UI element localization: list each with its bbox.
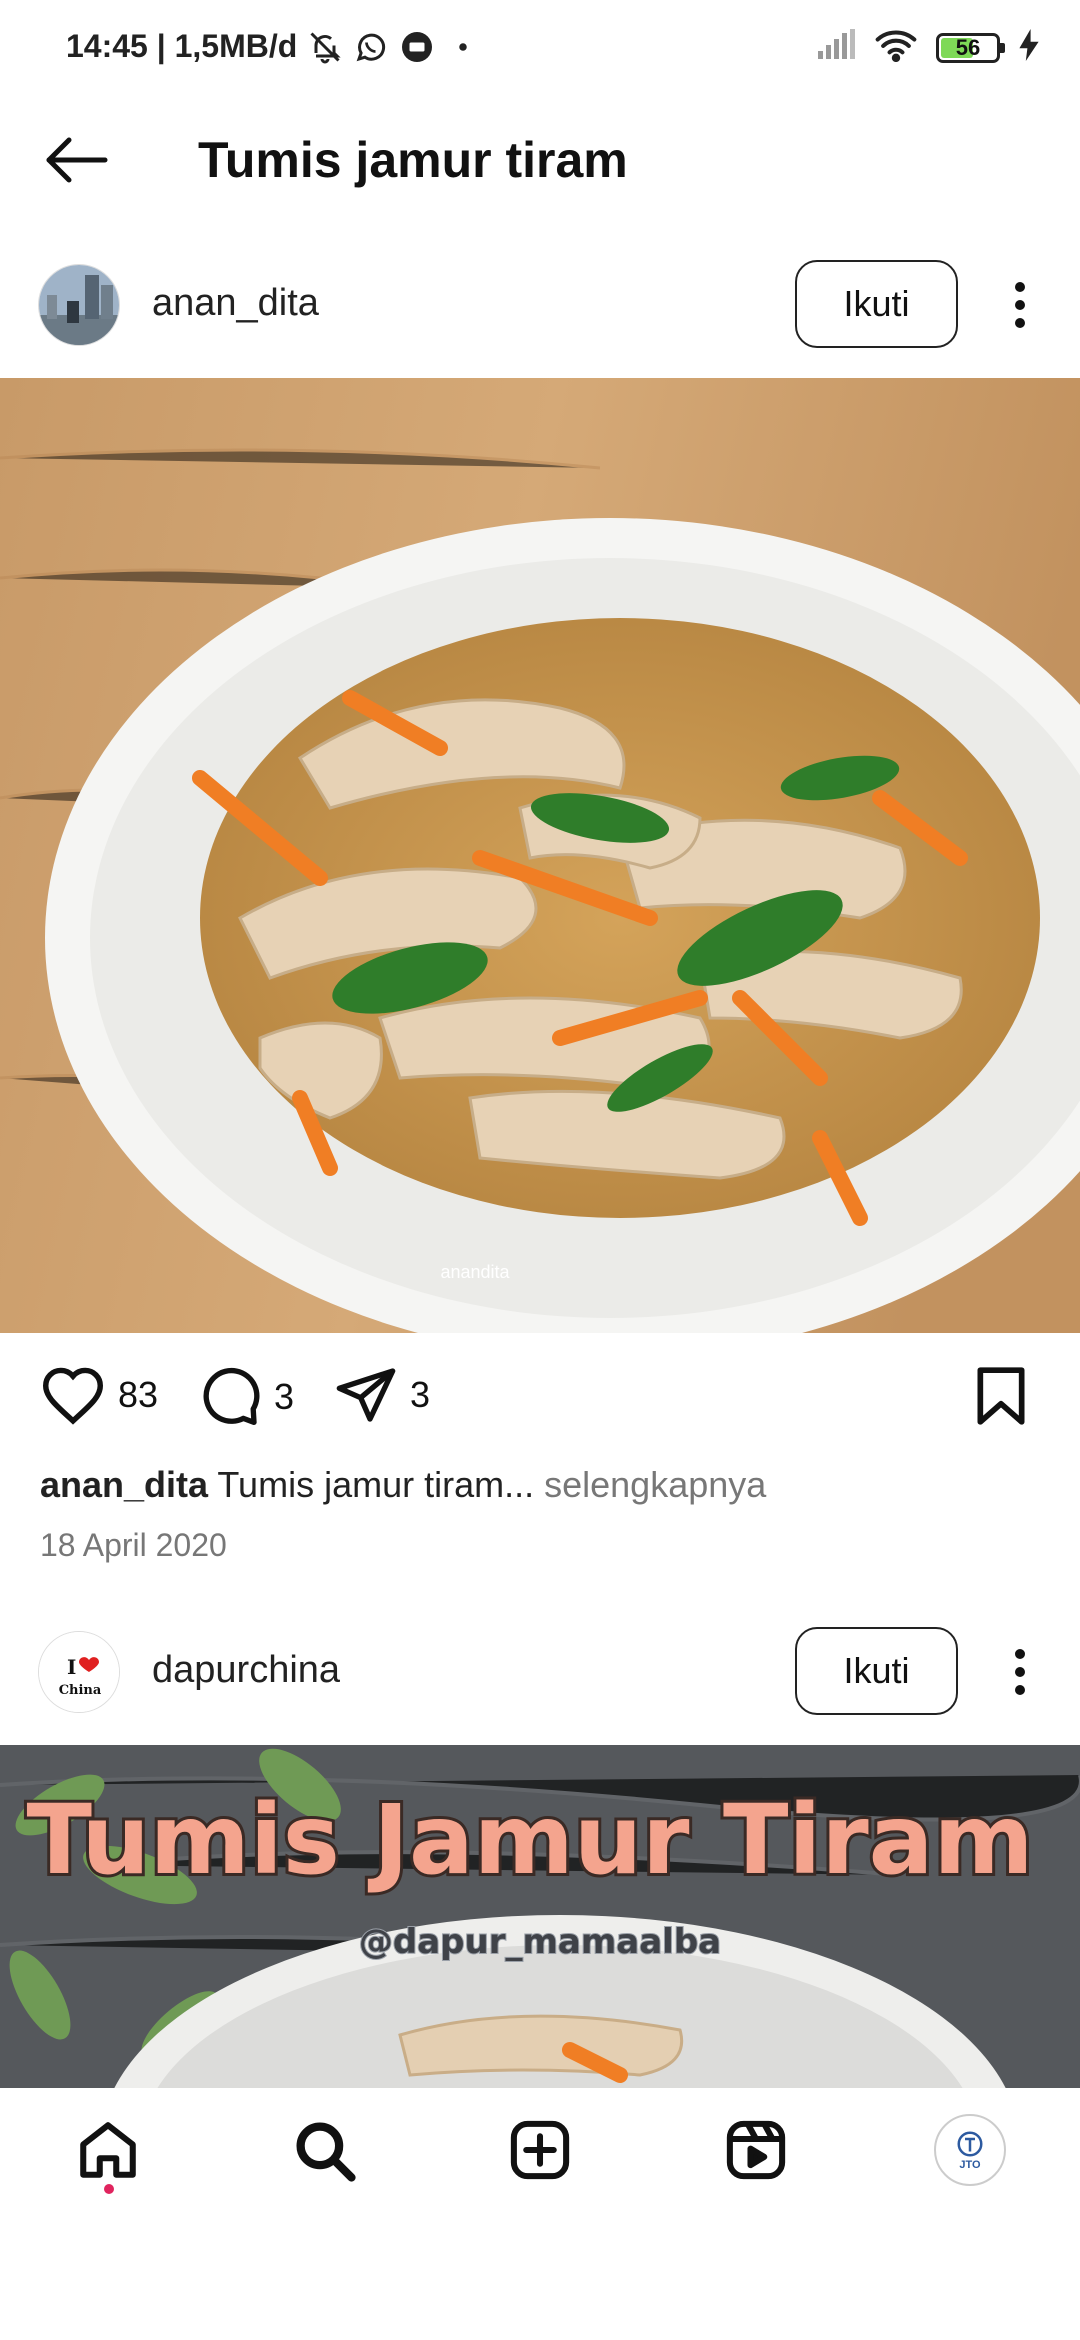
bookmark-icon	[977, 1367, 1025, 1425]
nav-create[interactable]	[504, 2114, 576, 2186]
more-options-button[interactable]	[1000, 270, 1040, 340]
avatar[interactable]: I China	[38, 1631, 120, 1713]
wifi-icon	[874, 28, 918, 67]
send-icon	[336, 1368, 396, 1422]
signal-icon	[816, 29, 856, 66]
comment-icon	[203, 1367, 260, 1425]
more-vertical-icon	[1015, 282, 1025, 328]
post-image[interactable]: Tumis Jamur Tiram @dapur_mamaalba	[0, 1745, 1080, 2088]
reels-icon	[726, 2120, 786, 2180]
caption-more-link[interactable]: selengkapnya	[544, 1464, 766, 1505]
nav-home[interactable]	[72, 2114, 144, 2186]
status-bar: 14:45 | 1,5MB/d 56	[0, 0, 1080, 100]
post-date: 18 April 2020	[40, 1527, 227, 1563]
post-header: anan_dita Ikuti	[0, 240, 1080, 370]
image-watermark: anandita	[440, 1262, 510, 1282]
caption-text: Tumis jamur tiram...	[217, 1464, 535, 1505]
like-button[interactable]: 83	[40, 1365, 158, 1425]
post-header: I China dapurchina Ikuti	[0, 1607, 1080, 1737]
search-icon	[296, 2122, 356, 2182]
whatsapp-icon	[353, 29, 389, 65]
bottom-nav: JTO	[0, 2088, 1080, 2208]
username[interactable]: dapurchina	[152, 1647, 340, 1693]
avatar-letter: I	[67, 1655, 76, 1679]
home-icon	[80, 2122, 136, 2178]
arrow-left-icon	[46, 137, 108, 183]
status-left: 14:45 | 1,5MB/d	[66, 28, 481, 65]
heart-icon	[42, 1367, 104, 1425]
header: Tumis jamur tiram	[0, 100, 1080, 220]
avatar-word: China	[59, 1683, 102, 1698]
bell-off-icon	[307, 29, 343, 65]
create-icon	[510, 2120, 570, 2180]
notification-dot	[104, 2184, 114, 2194]
charging-icon	[1018, 29, 1040, 66]
back-button[interactable]	[40, 130, 112, 190]
profile-avatar-text: JTO	[959, 2159, 981, 2171]
save-button[interactable]	[974, 1365, 1028, 1427]
caption-username[interactable]: anan_dita	[40, 1464, 208, 1505]
follow-button[interactable]: Ikuti	[795, 260, 958, 348]
status-time: 14:45 | 1,5MB/d	[66, 28, 298, 64]
battery-level: 56	[955, 34, 981, 60]
share-count: 3	[410, 1374, 431, 1415]
more-options-button[interactable]	[1000, 1637, 1040, 1707]
profile-avatar: JTO	[934, 2114, 1006, 2186]
battery-icon: 56	[936, 32, 1005, 63]
more-vertical-icon	[1015, 1649, 1025, 1695]
nav-reels[interactable]	[720, 2114, 792, 2186]
nav-profile[interactable]: JTO	[934, 2114, 1006, 2186]
comment-count: 3	[274, 1376, 295, 1417]
image-title: Tumis Jamur Tiram	[27, 1784, 1034, 1896]
avatar[interactable]	[38, 264, 120, 346]
status-right: 56	[816, 28, 1040, 67]
post-image[interactable]: anandita	[0, 378, 1080, 1333]
share-button[interactable]: 3	[334, 1365, 430, 1425]
comment-button[interactable]: 3	[198, 1365, 294, 1429]
page-title: Tumis jamur tiram	[198, 132, 628, 188]
app-notification-icon	[399, 29, 435, 65]
post-caption: anan_dita Tumis jamur tiram... selengkap…	[40, 1462, 766, 1508]
username[interactable]: anan_dita	[152, 280, 319, 326]
dot-icon	[445, 29, 481, 65]
profile-logo-icon	[957, 2131, 983, 2157]
image-handle: @dapur_mamaalba	[359, 1922, 721, 1962]
post-actions: 83 3 3	[0, 1335, 1080, 1465]
like-count: 83	[118, 1374, 159, 1415]
nav-search[interactable]	[288, 2114, 360, 2186]
follow-button[interactable]: Ikuti	[795, 1627, 958, 1715]
